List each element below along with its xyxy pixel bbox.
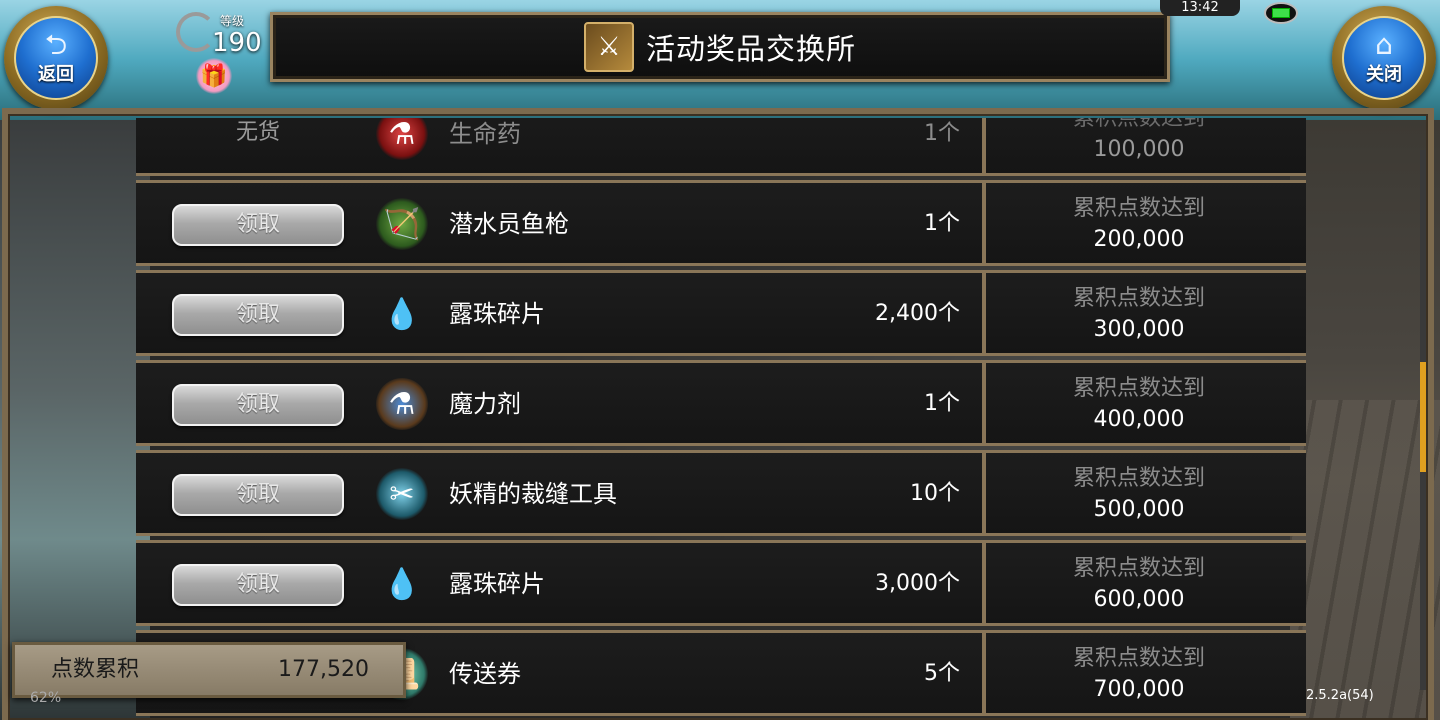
claim-button[interactable]: 领取: [172, 294, 344, 336]
dew-drops-icon: 💧: [383, 566, 421, 602]
requirement-label: 累积点数达到: [1072, 646, 1205, 671]
claim-button[interactable]: 领取: [172, 564, 344, 606]
reward-row: 领取 ⚗ 魔力剂 1个 累积点数达到 400,000: [136, 360, 1306, 446]
requirement: 累积点数达到 700,000: [986, 643, 1292, 705]
points-label: 点数累积: [51, 657, 140, 682]
background-deck: [1290, 400, 1440, 720]
back-button-face[interactable]: ⮌ 返回: [14, 16, 98, 100]
close-button-face[interactable]: ⌂ 关闭: [1342, 16, 1426, 100]
claim-button[interactable]: 领取: [172, 474, 344, 516]
requirement-label: 累积点数达到: [1072, 196, 1205, 221]
page-title: 活动奖品交换所: [645, 32, 856, 66]
item-quantity: 10个: [910, 481, 960, 506]
requirement: 累积点数达到 300,000: [986, 283, 1292, 345]
reward-row: 无货 ⚗ 生命药 1个 累积点数达到 100,000: [136, 118, 1306, 176]
red-potion-icon: ⚗: [376, 118, 428, 160]
item-quantity: 3,000个: [875, 571, 960, 596]
level-indicator: 等级 190: [176, 4, 276, 64]
requirement-value: 400,000: [1093, 407, 1185, 432]
back-button-label: 返回: [38, 64, 74, 85]
item-name: 魔力剂: [449, 390, 521, 418]
loading-percent: 62%: [30, 690, 62, 706]
close-button-label: 关闭: [1366, 64, 1402, 85]
requirement-value: 600,000: [1093, 587, 1185, 612]
out-of-stock-label: 无货: [235, 120, 280, 145]
reward-row: 领取 💧 露珠碎片 2,400个 累积点数达到 300,000: [136, 270, 1306, 356]
reward-list[interactable]: 无货 ⚗ 生命药 1个 累积点数达到 100,000 领取 🏹 潜水员鱼枪 1个…: [136, 118, 1306, 720]
item-quantity: 1个: [924, 211, 960, 236]
close-button[interactable]: ⌂ 关闭: [1332, 6, 1436, 110]
item-name: 生命药: [449, 120, 521, 148]
item-name: 传送券: [449, 660, 521, 688]
requirement-label: 累积点数达到: [1072, 556, 1205, 581]
requirement: 累积点数达到 600,000: [986, 553, 1292, 615]
item-quantity: 1个: [924, 121, 960, 146]
item-quantity: 5个: [924, 661, 960, 686]
item-quantity: 2,400个: [875, 301, 960, 326]
item-name: 妖精的裁缝工具: [449, 480, 617, 508]
title-bar: ⚔ 活动奖品交换所: [270, 12, 1170, 82]
reward-row: 领取 ✂ 妖精的裁缝工具 10个 累积点数达到 500,000: [136, 450, 1306, 536]
requirement: 累积点数达到 200,000: [986, 193, 1292, 255]
requirement: 累积点数达到 500,000: [986, 463, 1292, 525]
claim-button[interactable]: 领取: [172, 204, 344, 246]
exchange-shop-icon: ⚔: [583, 22, 634, 72]
requirement-label: 累积点数达到: [1072, 466, 1205, 491]
crossbow-icon: 🏹: [376, 198, 428, 250]
requirement: 累积点数达到 100,000: [986, 118, 1292, 165]
requirement-value: 700,000: [1093, 677, 1185, 702]
home-icon: ⌂: [1375, 28, 1393, 61]
battery-icon: [1264, 2, 1298, 24]
scissors-icon: ✂: [376, 468, 428, 520]
background-scenery-left: [0, 120, 150, 720]
requirement-value: 100,000: [1093, 137, 1185, 162]
requirement-label: 累积点数达到: [1072, 118, 1205, 131]
scrollbar[interactable]: [1420, 150, 1426, 690]
item-quantity: 1个: [924, 391, 960, 416]
reward-row: 领取 🏹 潜水员鱼枪 1个 累积点数达到 200,000: [136, 180, 1306, 266]
level-value: 190: [212, 28, 262, 58]
level-ring-icon: [176, 12, 216, 52]
points-value: 177,520: [278, 657, 369, 682]
version-label: 2.5.2a(54): [1306, 688, 1374, 703]
claim-button[interactable]: 领取: [172, 384, 344, 426]
points-total-panel: 点数累积 177,520: [12, 642, 406, 698]
item-name: 露珠碎片: [449, 570, 545, 598]
requirement-value: 300,000: [1093, 317, 1185, 342]
blue-potion-icon: ⚗: [376, 378, 428, 430]
reward-row: 领取 💧 露珠碎片 3,000个 累积点数达到 600,000: [136, 540, 1306, 626]
back-button[interactable]: ⮌ 返回: [4, 6, 108, 110]
back-arrow-icon: ⮌: [44, 28, 68, 61]
requirement: 累积点数达到 400,000: [986, 373, 1292, 435]
requirement-label: 累积点数达到: [1072, 286, 1205, 311]
clock: 13:42: [1160, 0, 1240, 16]
level-label: 等级: [220, 14, 245, 28]
dew-drops-icon: 💧: [383, 296, 421, 332]
requirement-value: 500,000: [1093, 497, 1185, 522]
requirement-value: 200,000: [1093, 227, 1185, 252]
scrollbar-thumb[interactable]: [1420, 362, 1426, 472]
item-name: 露珠碎片: [449, 300, 545, 328]
requirement-label: 累积点数达到: [1072, 376, 1205, 401]
item-name: 潜水员鱼枪: [449, 210, 569, 238]
gift-icon[interactable]: 🎁: [196, 58, 232, 94]
